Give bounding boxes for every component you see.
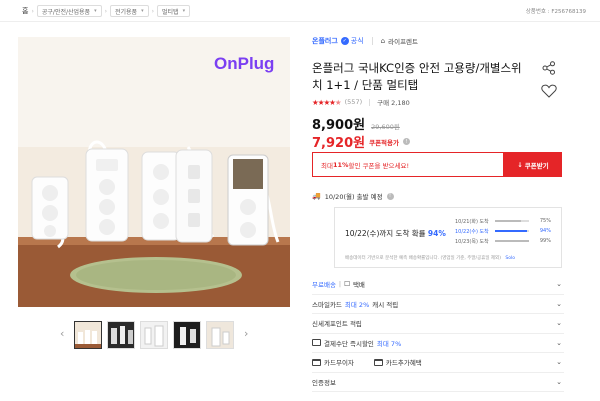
rating-row: ★★★★★ (557) 구매 2,180 <box>312 97 410 108</box>
breadcrumb: 홈 › 공구/안전/산업용품 ▾ › 전기용품 ▾ › 멀티탭 ▾ 상품번호 :… <box>0 0 600 22</box>
chevron-down-icon: ⌄ <box>556 338 562 347</box>
probability-bar-fill <box>495 220 521 222</box>
probability-bar-fill <box>495 240 529 242</box>
card-icon <box>312 358 321 366</box>
brand-link[interactable]: 온플러그 <box>312 36 338 46</box>
breadcrumb-category-1[interactable]: 공구/안전/산업용품 ▾ <box>36 5 102 17</box>
chevron-down-icon: ⌄ <box>556 358 562 367</box>
original-price: 29,600원 <box>371 123 400 131</box>
delivery-probability-row: 10/22(수) 도착 94% <box>455 226 555 236</box>
smilecard-row[interactable]: 스마일카드 최대 2% 캐시 적립 ⌄ <box>312 295 564 314</box>
benefit-rows: 무료배송 | ☐ 택배 ⌄ 스마일카드 최대 2% 캐시 적립 ⌄ 신세계포인트… <box>312 275 564 392</box>
card-benefit-row[interactable]: 카드무이자 카드추가혜택 ⌄ <box>312 353 564 373</box>
review-count-link[interactable]: (557) <box>345 98 362 106</box>
download-icon: ↓ <box>517 160 523 169</box>
probability-value: 99% <box>539 238 551 244</box>
onplug-logo: OnPlug <box>214 54 274 73</box>
coupon-price-label: 쿠폰적용가 <box>369 138 399 147</box>
delivery-probability-row: 10/23(목) 도착 99% <box>455 236 555 246</box>
thumbnail-next-arrow[interactable]: › <box>244 327 248 340</box>
probability-bar <box>495 230 529 232</box>
probability-bar-fill <box>495 230 527 232</box>
coupon-percent: 11% <box>332 160 349 169</box>
chevron-down-icon: ▾ <box>182 8 186 14</box>
chevron-down-icon: ⌄ <box>556 319 562 328</box>
delivery-estimate-box: 10/22(수)까지 도착 확률 94% 10/21(화) 도착 75% 10/22… <box>334 207 562 268</box>
probability-bar <box>495 220 529 222</box>
card-icon <box>373 358 383 366</box>
store-home-icon: ⌂ <box>380 37 386 45</box>
instant-discount-row[interactable]: 결제수단 즉시할인 최대 7% ⌄ <box>312 334 564 353</box>
payment-icon <box>312 339 321 347</box>
certification-row[interactable]: 인증정보 ⌄ <box>312 373 564 392</box>
probability-value: 94% <box>539 228 551 234</box>
chevron-down-icon: ⌄ <box>556 299 562 308</box>
sale-price: 8,900원 <box>312 118 366 133</box>
shipping-departure: 10/20(월) 출발 예정 <box>324 193 383 201</box>
product-number: 상품번호 : F256768139 <box>525 9 586 15</box>
coupon-banner: 최대 11% 할인 쿠폰을 받으세요! <box>312 152 504 177</box>
verified-check-icon: ✓ <box>340 37 349 45</box>
shipping-line: 🚚 10/20(월) 출발 예정 ! <box>312 191 394 201</box>
coupon-download-button[interactable]: ↓ 쿠폰받기 <box>504 152 562 177</box>
official-badge: 공식 <box>350 37 364 45</box>
truck-icon: 🚚 <box>312 192 321 200</box>
seller-line: 온플러그 ✓ 공식 ⌂ 라이프렌트 <box>312 34 564 48</box>
shinsegae-point-row[interactable]: 신세계포인트 적립 ⌄ <box>312 314 564 334</box>
delivery-probability-list: 10/21(화) 도착 75% 10/22(수) 도착 94% 10/23(목) 도착 9… <box>455 216 555 246</box>
coupon-price-row: 7,920원 쿠폰적용가 ! <box>312 132 410 151</box>
courier-check-icon: ☐ <box>344 280 350 289</box>
delivery-headline: 10/22(수)까지 도착 확률 94% <box>345 229 446 238</box>
product-title: 온플러그 국내KC인증 안전 고용량/개별스위치 1+1 / 단품 멀티탭 <box>312 61 522 92</box>
chevron-down-icon: ⌄ <box>556 377 562 386</box>
breadcrumb-separator: › <box>31 7 34 15</box>
shipping-method-row[interactable]: 무료배송 | ☐ 택배 ⌄ <box>312 275 564 295</box>
chevron-down-icon: ▾ <box>94 8 97 14</box>
svg-text:OnPlug: OnPlug <box>214 54 274 73</box>
breadcrumb-separator: › <box>151 7 155 15</box>
probability-bar <box>495 240 529 242</box>
delivery-date: 10/23(목) 도착 <box>455 238 489 245</box>
breadcrumb-category-2[interactable]: 전기용품 ▾ <box>110 5 149 17</box>
delivery-date: 10/22(수) 도착 <box>455 228 489 235</box>
info-icon[interactable]: ! <box>403 138 410 145</box>
share-icon[interactable] <box>542 61 556 77</box>
delivery-note: 배송데이터 기반으로 분석한 예측 배송확률입니다. (영업일 기준, 주말/공… <box>345 256 516 261</box>
delivery-probability-row: 10/21(화) 도착 75% <box>455 216 555 226</box>
thumbnail-prev-arrow[interactable]: ‹ <box>60 327 64 340</box>
thumbnail-item[interactable] <box>107 321 135 349</box>
divider <box>371 37 373 45</box>
breadcrumb-category-3[interactable]: 멀티탭 ▾ <box>157 5 191 17</box>
probability-value: 75% <box>539 218 551 224</box>
store-link[interactable]: 라이프렌트 <box>388 36 418 46</box>
product-info-panel: 온플러그 ✓ 공식 ⌂ 라이프렌트 <box>312 34 564 48</box>
thumbnail-item[interactable] <box>74 321 102 349</box>
breadcrumb-separator: › <box>104 7 107 15</box>
wishlist-heart-icon[interactable] <box>541 84 557 100</box>
delivery-date: 10/21(화) 도착 <box>455 218 489 225</box>
chevron-down-icon: ▾ <box>141 8 144 14</box>
sale-price-row: 8,900원 29,600원 <box>312 114 400 133</box>
main-product-image[interactable]: OnPlug <box>18 37 290 307</box>
thumbnail-strip <box>74 321 234 349</box>
thumbnail-item[interactable] <box>206 321 234 349</box>
rating-stars: ★★★★★ <box>312 97 342 107</box>
info-icon[interactable]: ! <box>386 192 394 200</box>
thumbnail-item[interactable] <box>140 321 168 349</box>
thumbnail-item[interactable] <box>173 321 201 349</box>
coupon-price: 7,920원 <box>312 136 366 151</box>
chevron-down-icon: ⌄ <box>556 280 562 289</box>
breadcrumb-home[interactable]: 홈 <box>22 6 28 16</box>
purchase-count: 구매 2,180 <box>377 99 410 107</box>
divider <box>369 98 371 106</box>
